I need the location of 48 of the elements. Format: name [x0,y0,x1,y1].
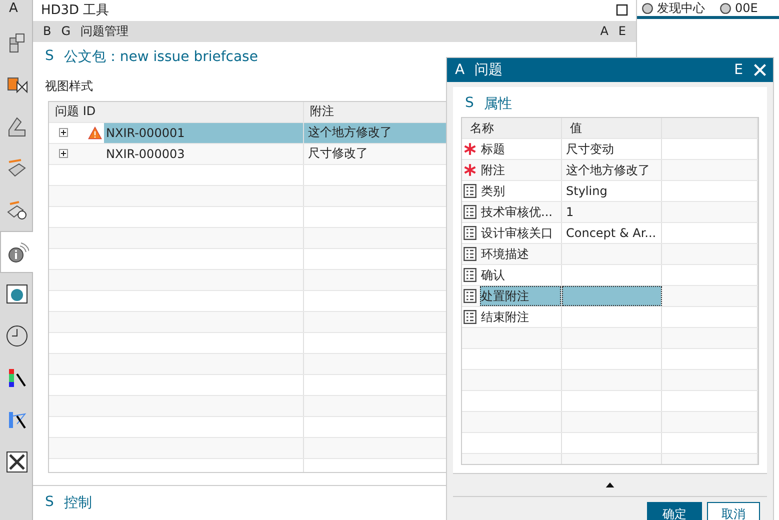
group-key: S [45,494,54,512]
column-header: 值 [562,118,662,138]
property-value[interactable]: 尺寸变动 [562,139,662,159]
required-asterisk-icon [463,163,477,177]
section-title: 问题管理 [80,22,129,40]
clock-icon [4,324,28,348]
header-action[interactable]: A [600,24,608,38]
property-name[interactable]: 技术审核优... [480,202,561,222]
property-value[interactable] [562,286,662,306]
part-magnifier-icon [4,198,28,222]
property-name[interactable]: 类别 [480,181,561,201]
issue-id[interactable]: NXIR-000001 [104,122,303,143]
panel-title: HD3D 工具 [41,2,110,20]
group-title: 公文包：new issue briefcase [64,48,258,66]
top-tab[interactable]: 00E [719,0,758,16]
required-asterisk-icon [463,142,477,156]
dialog-action[interactable]: E [734,62,743,78]
collapse-arrow-icon [605,480,615,490]
header-action[interactable]: E [618,24,626,38]
view-style-label: 视图样式 [45,78,93,95]
top-tab[interactable]: 发现中心 [641,0,705,16]
group-key: S [45,48,54,66]
shortcut-key: G [61,24,71,38]
confirm-button[interactable]: 确定 [647,502,702,520]
property-value[interactable]: 这个地方修改了 [562,160,662,180]
toolbar-tab[interactable] [0,231,33,273]
toolbar-label: A [8,0,19,18]
column-header: 问题 ID [49,102,304,122]
expand-icon[interactable] [59,128,68,138]
globe-window-icon [4,282,28,306]
dialog-title: 问题 [474,61,503,79]
property-name[interactable]: 确认 [480,265,561,285]
property-name[interactable]: 处置附注 [480,286,561,306]
property-name[interactable]: 结束附注 [480,307,561,327]
cancel-button[interactable]: 取消 [707,502,760,520]
dialog-key: A [455,62,465,78]
shortcut-key: B [43,24,52,38]
property-value[interactable]: Concept & Ar... [562,223,662,243]
warning-icon [88,126,102,140]
close-icon [753,63,767,77]
issue-id[interactable]: NXIR-000003 [104,144,303,164]
expand-icon[interactable] [59,149,68,158]
group-title: 控制 [64,494,92,512]
property-name[interactable]: 设计审核关口 [480,223,561,243]
property-value[interactable]: 1 [562,202,662,222]
column-header: 名称 [462,118,562,138]
property-value[interactable]: Styling [562,181,662,201]
maximize-icon [616,4,628,16]
